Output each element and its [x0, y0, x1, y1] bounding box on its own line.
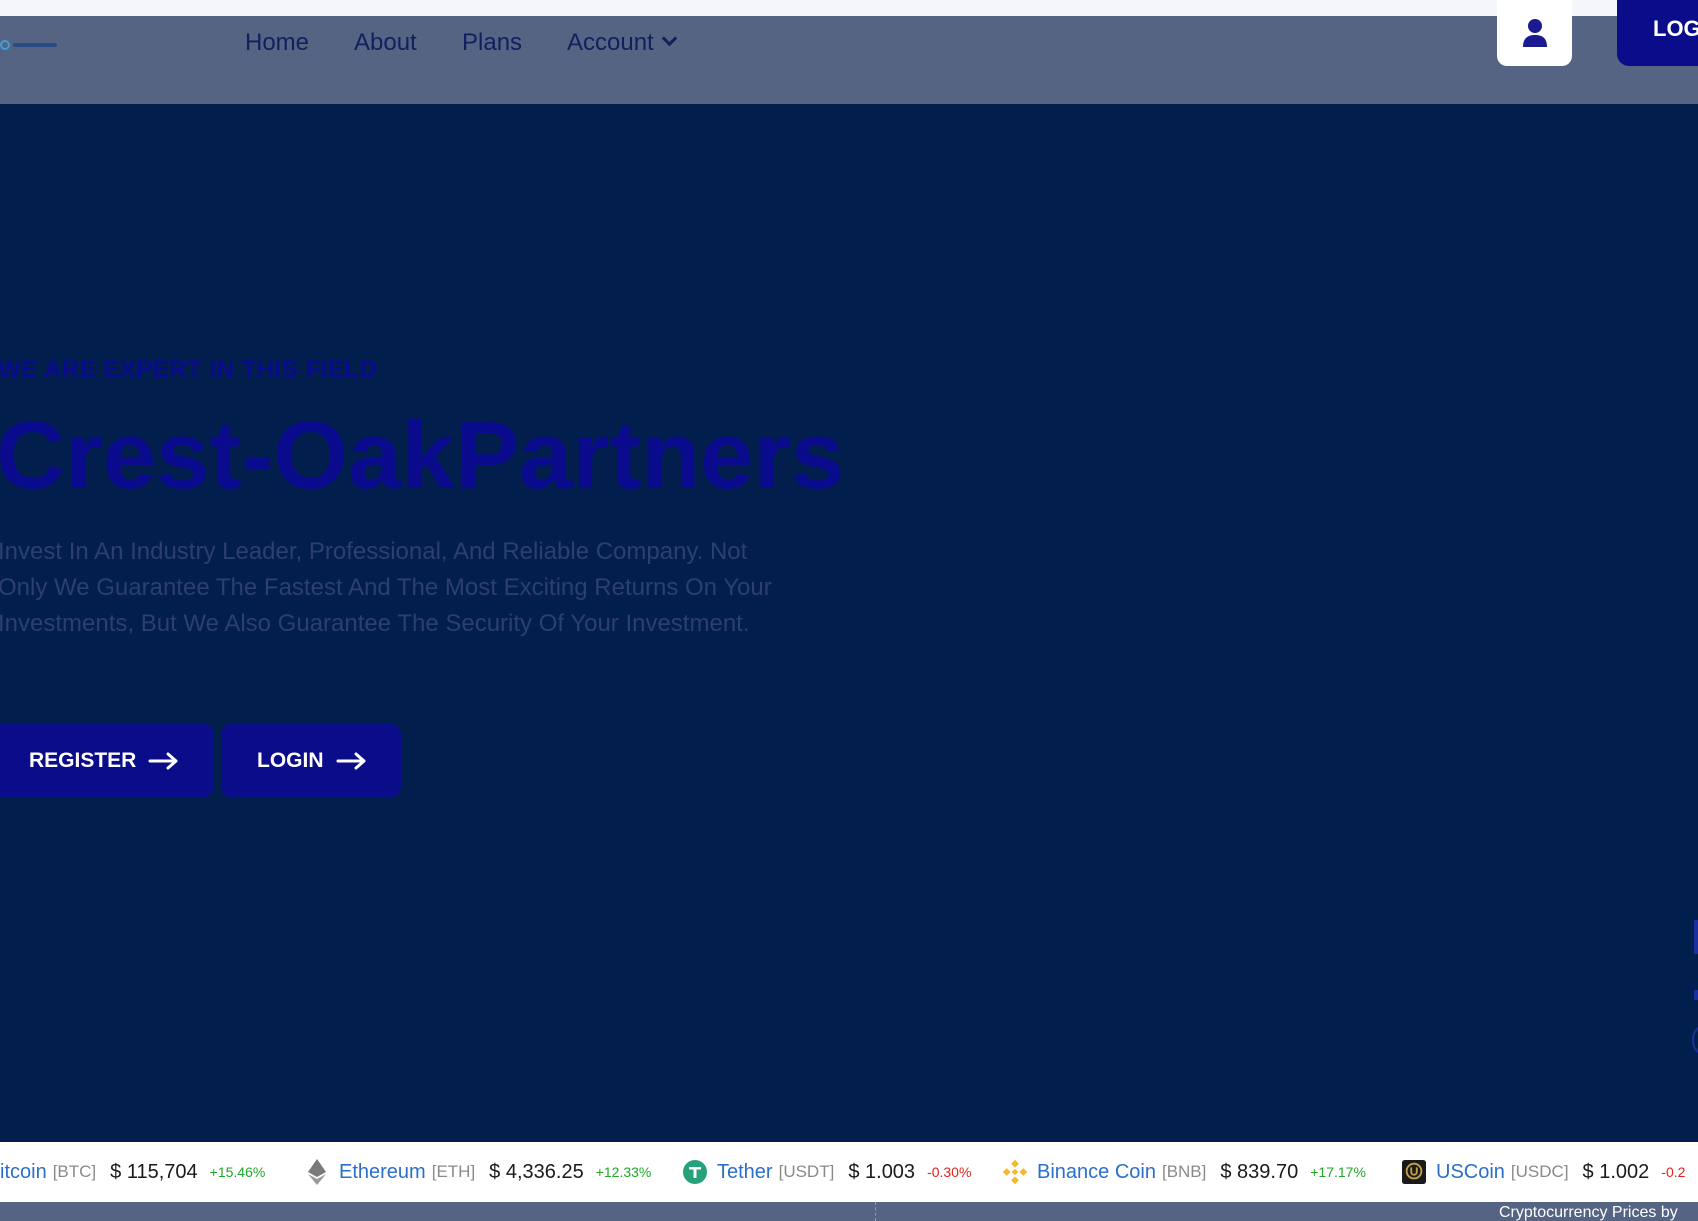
hero-kicker: WE ARE EXPERT IN THIS FIELD: [0, 356, 378, 383]
top-strip: [0, 0, 1698, 16]
coin-change: +17.17%: [1310, 1164, 1366, 1180]
ticker-item-btc[interactable]: itcoin [BTC] $ 115,704 +15.46%: [0, 1142, 265, 1202]
logo-wordmark: [13, 43, 57, 47]
logo-mark-icon: [0, 40, 10, 50]
binance-coin-icon: [1003, 1159, 1027, 1185]
coin-name: Tether: [717, 1160, 773, 1183]
hero-title: Crest-OakPartners: [0, 402, 845, 509]
ticker-item-usdc[interactable]: USCoin [USDC] $ 1.002 -0.2: [1402, 1142, 1685, 1202]
ticker-footer: Cryptocurrency Prices by: [0, 1202, 1698, 1221]
register-button[interactable]: REGISTER: [0, 723, 214, 798]
coin-symbol: [USDT]: [778, 1162, 835, 1181]
coin-change: +12.33%: [595, 1164, 652, 1180]
chevron-down-icon: [661, 30, 677, 47]
register-button-label: REGISTER: [29, 748, 137, 772]
coin-change: -0.30%: [927, 1164, 972, 1180]
coin-price: $ 839.70: [1220, 1160, 1299, 1183]
arrow-right-icon: [336, 752, 365, 769]
coin-name: Binance Coin: [1037, 1160, 1156, 1183]
ticker-item-eth[interactable]: Ethereum [ETH] $ 4,336.25 +12.33%: [305, 1142, 651, 1202]
nav-about-link[interactable]: About: [354, 28, 417, 58]
coin-name: itcoin: [0, 1160, 47, 1183]
coin-name: Ethereum: [339, 1160, 426, 1183]
coin-price: $ 1.002: [1582, 1160, 1650, 1183]
navbar: Home About Plans Account LOG: [0, 0, 1698, 104]
coin-price: $ 115,704: [110, 1160, 198, 1183]
arrow-right-icon: [148, 752, 178, 769]
login-button[interactable]: LOGIN: [221, 723, 401, 798]
nav-account-dropdown[interactable]: Account: [567, 28, 677, 58]
login-button-label: LOGIN: [257, 748, 324, 772]
coin-symbol: [BTC]: [52, 1162, 97, 1181]
ethereum-icon: [305, 1159, 329, 1185]
uscoin-icon: [1402, 1160, 1426, 1184]
crypto-price-ticker: itcoin [BTC] $ 115,704 +15.46% Ethereum …: [0, 1142, 1698, 1202]
coin-change: -0.2: [1661, 1164, 1686, 1180]
tether-icon: [683, 1160, 707, 1184]
footer-divider: [875, 1202, 876, 1221]
price-attribution-link[interactable]: Cryptocurrency Prices by: [1499, 1204, 1678, 1221]
header-login-button[interactable]: LOG: [1617, 0, 1698, 66]
slider-dots-decoration: [1692, 920, 1698, 1054]
user-account-button[interactable]: [1497, 0, 1572, 66]
coin-symbol: [ETH]: [431, 1162, 476, 1181]
site-logo[interactable]: [0, 38, 60, 52]
coin-price: $ 1.003: [848, 1160, 916, 1183]
coin-name: USCoin: [1436, 1160, 1505, 1183]
user-icon: [1522, 19, 1547, 47]
coin-price: $ 4,336.25: [489, 1160, 584, 1183]
hero-description: Invest In An Industry Leader, Profession…: [0, 538, 772, 637]
nav-home-link[interactable]: Home: [245, 28, 309, 58]
ticker-item-bnb[interactable]: Binance Coin [BNB] $ 839.70 +17.17%: [1003, 1142, 1366, 1202]
ticker-item-usdt[interactable]: Tether [USDT] $ 1.003 -0.30%: [683, 1142, 971, 1202]
coin-symbol: [BNB]: [1161, 1162, 1207, 1181]
coin-change: +15.46%: [209, 1164, 266, 1180]
nav-plans-link[interactable]: Plans: [462, 28, 522, 58]
nav-account-label: Account: [567, 29, 654, 56]
coin-symbol: [USDC]: [1510, 1162, 1569, 1181]
